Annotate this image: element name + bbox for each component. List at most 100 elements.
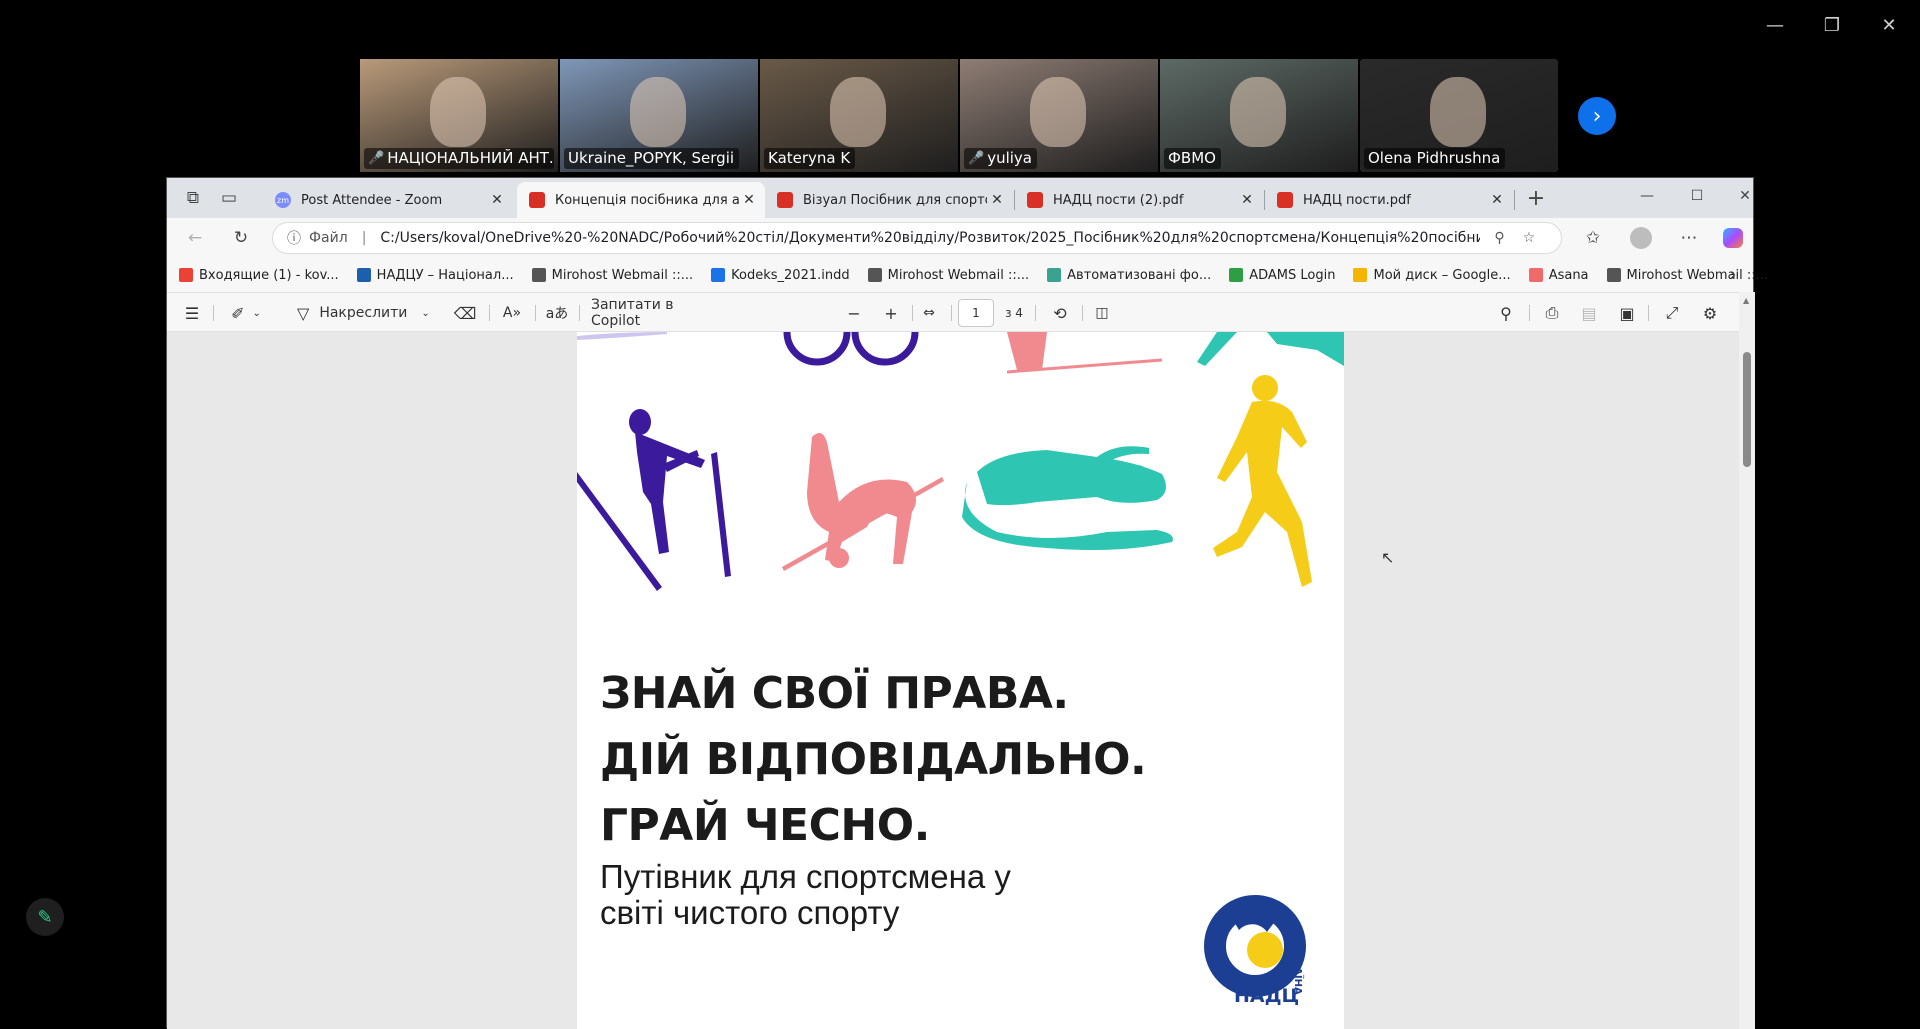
save-icon[interactable]: ▤: [1574, 293, 1604, 333]
next-participants-button[interactable]: ›: [1578, 97, 1616, 135]
back-arrow-icon[interactable]: ←: [179, 222, 211, 254]
new-tab-button[interactable]: +: [1520, 182, 1552, 214]
mouse-cursor-icon: ↖: [1381, 548, 1395, 567]
bookmark-item[interactable]: ADAMS Login: [1229, 268, 1335, 283]
participant-name: НАЦІОНАЛЬНИЙ АНТ...: [387, 149, 554, 167]
participant-silhouette: [630, 77, 686, 147]
translate-icon[interactable]: aあ: [542, 293, 572, 333]
print-icon[interactable]: ⎙: [1537, 293, 1567, 333]
page-total-label: з 4: [1005, 306, 1023, 320]
bookmark-item[interactable]: Mirohost Webmail ::...: [867, 268, 1029, 283]
bookmark-item[interactable]: Kodeks_2021.indd: [711, 268, 850, 283]
bookmark-item[interactable]: Asana: [1528, 268, 1589, 283]
toolbar-divider: [213, 305, 214, 321]
pdf-favicon-icon: [1277, 192, 1293, 208]
read-aloud-icon[interactable]: A»: [497, 293, 527, 333]
annotate-button[interactable]: ✎: [26, 898, 64, 936]
participant-tile[interactable]: 🎤 yuliya: [960, 59, 1158, 172]
toolbar-divider: [912, 305, 913, 321]
rotate-icon[interactable]: ⟲: [1045, 293, 1075, 333]
tab-bar: ⧉ ▭ zm Post Attendee - Zoom ✕ Концепція …: [167, 178, 1753, 218]
bookmark-item[interactable]: Мой диск – Google...: [1353, 267, 1511, 283]
participant-tile-active-speaker[interactable]: Olena Pidhrushna: [1360, 59, 1558, 172]
participant-silhouette: [1030, 77, 1086, 147]
close-tab-icon[interactable]: ✕: [987, 192, 1007, 208]
bookmarks-overflow-icon[interactable]: ›: [1717, 259, 1749, 291]
more-menu-icon[interactable]: ⋯: [1673, 222, 1705, 254]
page-number-field[interactable]: 1: [958, 293, 994, 333]
bookmark-label: Мой диск – Google...: [1373, 267, 1511, 283]
bookmark-label: Автоматизовані фо...: [1067, 267, 1212, 283]
participant-name: yuliya: [987, 149, 1032, 167]
ask-copilot-button[interactable]: Запитати в Copilot: [591, 293, 721, 333]
settings-gear-icon[interactable]: ⚙: [1695, 293, 1725, 333]
zoom-in-button[interactable]: +: [876, 293, 906, 333]
bookmark-item[interactable]: Автоматизовані фо...: [1047, 268, 1211, 283]
participant-tile[interactable]: Kateryna K: [760, 59, 958, 172]
highlight-dropdown-button[interactable]: ✐ ⌄: [223, 293, 269, 333]
pdf-viewer[interactable]: ЗНАЙ СВОЇ ПРАВА. ДІЙ ВІДПОВІДАЛЬНО. ГРАЙ…: [167, 332, 1739, 1029]
window-maximize-icon[interactable]: ☐: [1681, 180, 1713, 212]
restore-icon[interactable]: ❐: [1817, 12, 1847, 38]
close-tab-icon[interactable]: ✕: [1237, 192, 1257, 208]
zoom-out-button[interactable]: −: [839, 293, 869, 333]
close-tab-icon[interactable]: ✕: [1487, 192, 1507, 208]
save-as-icon[interactable]: ▣: [1612, 293, 1642, 333]
window-minimize-icon[interactable]: —: [1631, 180, 1663, 212]
bookmark-item[interactable]: Mirohost Webmail ::...: [531, 267, 694, 283]
scrollbar-thumb[interactable]: [1743, 352, 1751, 467]
close-tab-icon[interactable]: ✕: [487, 192, 507, 208]
decor-shape: [577, 332, 667, 340]
close-tab-icon[interactable]: ✕: [739, 192, 759, 208]
favorites-icon[interactable]: ✩: [1577, 222, 1609, 254]
close-icon[interactable]: ✕: [1874, 12, 1904, 38]
toolbar-divider: [1529, 305, 1530, 321]
logo-side-text: УКРАЇНА: [1292, 944, 1303, 995]
bookmark-item[interactable]: НАДЦУ – Націонал...: [356, 268, 514, 283]
participant-tile[interactable]: Ukraine_POPYK, Sergii: [560, 59, 758, 172]
participant-tile[interactable]: ФВМО: [1160, 59, 1358, 172]
bookmark-label: ADAMS Login: [1249, 267, 1336, 283]
toolbar-divider: [1035, 305, 1036, 321]
profile-avatar[interactable]: [1625, 222, 1657, 254]
workspaces-icon[interactable]: ⧉: [177, 182, 209, 214]
highlighter-icon: ✐: [231, 303, 245, 323]
zoom-magnifier-icon[interactable]: ⚲: [1494, 230, 1504, 246]
muted-mic-icon: 🎤: [968, 150, 985, 166]
fit-width-icon[interactable]: ⇔: [914, 293, 944, 333]
vertical-scrollbar[interactable]: ▲: [1739, 292, 1755, 1029]
search-icon[interactable]: ⚲: [1491, 293, 1521, 333]
pdf-toolbar: ☰ ✐ ⌄ ▽ Накреслити ⌄ ⌫ A» aあ Запитати в Cop…: [167, 292, 1739, 332]
toolbar-divider: [489, 305, 490, 321]
headline-line-3: ГРАЙ ЧЕСНО.: [600, 800, 930, 851]
zoom-favicon-icon: zm: [275, 192, 291, 208]
tab-post-attendee-zoom[interactable]: zm Post Attendee - Zoom ✕: [263, 182, 513, 218]
vertical-tabs-icon[interactable]: ▭: [213, 182, 245, 214]
page-number-value[interactable]: 1: [958, 299, 994, 327]
address-url[interactable]: C:/Users/koval/OneDrive%20-%20NADC/Робоч…: [380, 230, 1480, 246]
participant-label: Ukraine_POPYK, Sergii: [564, 148, 740, 169]
tab-visual-guide[interactable]: Візуал Посібник для спортсмена ✕: [765, 182, 1013, 218]
contents-list-icon[interactable]: ☰: [177, 293, 207, 333]
bookmark-item[interactable]: Входящие (1) - kov...: [179, 268, 339, 283]
minimize-icon[interactable]: —: [1760, 12, 1790, 38]
draw-label: Накреслити: [319, 305, 408, 321]
copilot-icon[interactable]: [1717, 222, 1749, 254]
address-bar[interactable]: ⓘ Файл | C:/Users/koval/OneDrive%20-%20N…: [272, 222, 1562, 254]
window-close-icon[interactable]: ✕: [1729, 180, 1761, 212]
favorite-star-icon[interactable]: ☆: [1523, 230, 1536, 246]
refresh-icon[interactable]: ↻: [225, 222, 257, 254]
page-view-icon[interactable]: ◫: [1087, 293, 1117, 333]
tab-nadc-posts[interactable]: НАДЦ пости.pdf ✕: [1265, 182, 1513, 218]
scroll-up-icon[interactable]: ▲: [1743, 296, 1749, 305]
participant-tile[interactable]: 🎤 НАЦІОНАЛЬНИЙ АНТ...: [360, 59, 558, 172]
fullscreen-icon[interactable]: ⤢: [1657, 293, 1687, 333]
eraser-icon[interactable]: ⌫: [450, 293, 480, 333]
tab-nadc-posts-2[interactable]: НАДЦ пости (2).pdf ✕: [1015, 182, 1263, 218]
tab-concept-guide[interactable]: Концепція посібника для атлетів ✕: [517, 182, 765, 218]
browser-window: ⧉ ▭ zm Post Attendee - Zoom ✕ Концепція …: [166, 177, 1768, 1029]
draw-button[interactable]: ▽ Накреслити ⌄: [297, 293, 457, 333]
info-icon[interactable]: ⓘ: [287, 228, 301, 248]
participant-silhouette: [430, 77, 486, 147]
bookmark-label: Mirohost Webmail ::...: [551, 267, 694, 283]
